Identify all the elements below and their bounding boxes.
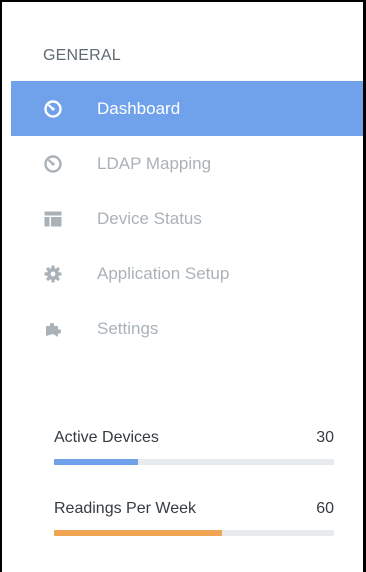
sidebar-item-label: Dashboard: [97, 98, 181, 118]
sidebar-panel: GENERAL Dashboard LDAP Mapping Device St…: [0, 0, 366, 572]
puzzle-icon: [44, 320, 62, 338]
sidebar-item-label: Device Status: [97, 208, 202, 228]
progress-bar: [54, 459, 138, 465]
gauge-icon: [44, 154, 62, 173]
table-icon: [44, 210, 62, 228]
stat-active-devices: Active Devices 30: [54, 429, 334, 479]
progress-track: [54, 530, 334, 536]
sidebar-item-device-status[interactable]: Device Status: [11, 191, 363, 246]
dashboard-gauge-icon: [44, 99, 62, 118]
progress-bar: [54, 530, 222, 536]
sidebar-item-ldap-mapping[interactable]: LDAP Mapping: [11, 136, 363, 191]
stat-readings-per-week: Readings Per Week 60: [54, 500, 334, 550]
section-title: GENERAL: [43, 47, 121, 64]
sidebar-item-application-setup[interactable]: Application Setup: [11, 246, 363, 301]
sidebar-item-label: Settings: [97, 318, 159, 338]
gear-icon: [44, 265, 62, 283]
progress-track: [54, 459, 334, 465]
sidebar-item-label: Application Setup: [97, 263, 230, 283]
sidebar-item-label: LDAP Mapping: [97, 153, 212, 173]
stat-value: 30: [316, 429, 334, 446]
sidebar-item-settings[interactable]: Settings: [11, 301, 363, 356]
stat-label: Readings Per Week: [54, 500, 196, 517]
sidebar-nav: Dashboard LDAP Mapping Device Status App…: [11, 81, 363, 356]
stat-label: Active Devices: [54, 429, 159, 446]
stat-value: 60: [316, 500, 334, 517]
sidebar-item-dashboard[interactable]: Dashboard: [11, 81, 363, 136]
